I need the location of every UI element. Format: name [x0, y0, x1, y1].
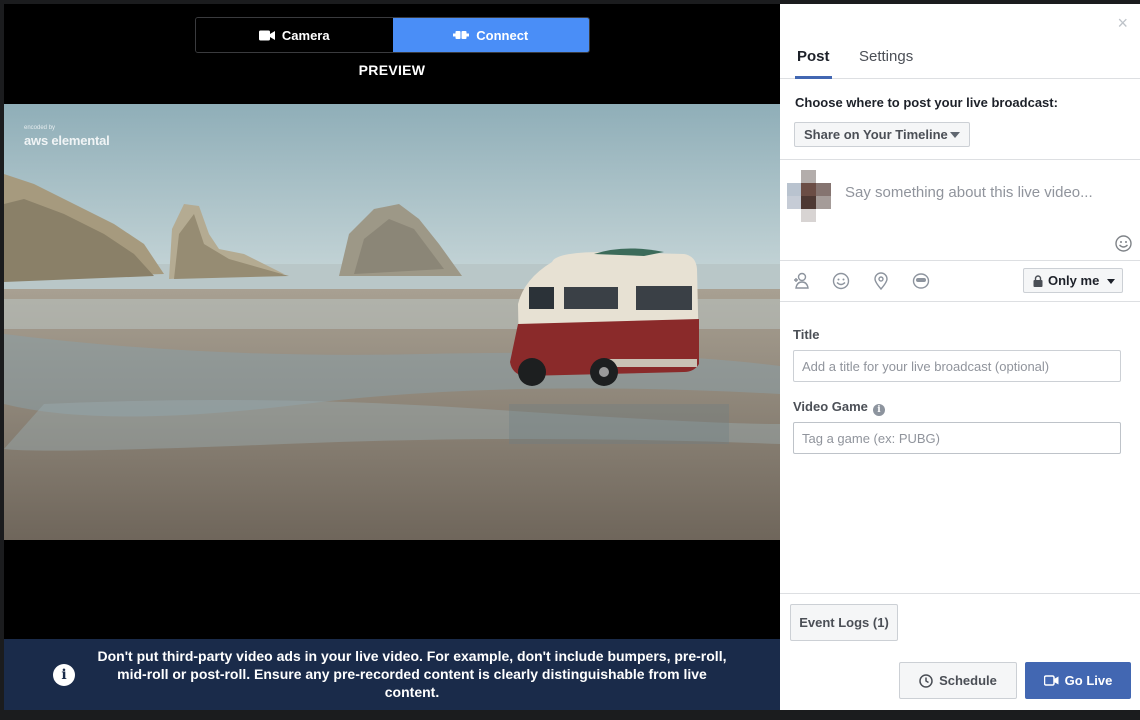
- clock-icon: [919, 673, 933, 688]
- smiley-icon[interactable]: [1115, 235, 1132, 252]
- schedule-label: Schedule: [939, 673, 997, 688]
- compose-input[interactable]: Say something about this live video...: [845, 184, 1093, 201]
- chevron-down-icon: [1107, 279, 1115, 284]
- audience-selector[interactable]: Only me: [1023, 268, 1123, 293]
- audience-value: Only me: [1048, 273, 1100, 288]
- app-stage: Camera Connect PREVIEW encoded by aws el…: [0, 0, 1140, 720]
- preview-label: PREVIEW: [358, 62, 426, 78]
- tag-person-icon[interactable]: [792, 272, 810, 290]
- connect-button[interactable]: Connect: [392, 18, 589, 52]
- title-label: Title: [793, 327, 820, 342]
- location-icon[interactable]: [872, 272, 890, 290]
- video-frame-image: [4, 104, 780, 540]
- divider: [780, 159, 1140, 160]
- destination-label: Choose where to post your live broadcast…: [795, 95, 1058, 110]
- divider: [780, 593, 1140, 594]
- video-camera-icon: [258, 30, 275, 40]
- sticker-icon[interactable]: [912, 272, 930, 290]
- policy-notice: i Don't put third-party video ads in you…: [4, 639, 780, 710]
- schedule-button[interactable]: Schedule: [899, 662, 1017, 699]
- chevron-down-icon: [950, 132, 960, 138]
- video-game-label: Video Game i: [793, 399, 885, 416]
- go-live-button[interactable]: Go Live: [1025, 662, 1131, 699]
- info-icon[interactable]: i: [872, 404, 885, 416]
- destination-value: Share on Your Timeline: [804, 127, 948, 142]
- video-game-field[interactable]: [793, 422, 1121, 454]
- divider: [780, 301, 1140, 302]
- watermark-caption: encoded by: [24, 125, 56, 131]
- video-camera-icon: [1043, 675, 1059, 686]
- info-icon: i: [53, 664, 75, 686]
- close-icon[interactable]: ×: [1117, 14, 1128, 32]
- connect-label: Connect: [476, 27, 529, 43]
- tab-settings[interactable]: Settings: [859, 48, 913, 65]
- tab-post[interactable]: Post: [795, 48, 832, 79]
- post-panel: Post Settings × Choose where to post you…: [780, 4, 1140, 710]
- connect-plug-icon: [453, 31, 470, 39]
- source-toggle: Camera Connect: [195, 17, 590, 53]
- event-logs-button[interactable]: Event Logs (1): [790, 604, 898, 641]
- aws-elemental-watermark: aws elemental: [24, 133, 110, 148]
- notice-text: Don't put third-party video ads in your …: [97, 648, 727, 700]
- divider: [780, 260, 1140, 261]
- go-live-label: Go Live: [1064, 673, 1113, 688]
- preview-pane: Camera Connect PREVIEW encoded by aws el…: [4, 4, 780, 710]
- avatar: [787, 170, 831, 222]
- destination-dropdown[interactable]: Share on Your Timeline: [794, 122, 970, 147]
- video-preview: encoded by aws elemental: [4, 104, 780, 540]
- panel-tabs: Post Settings: [780, 4, 1140, 79]
- video-game-label-text: Video Game: [793, 399, 868, 414]
- camera-button[interactable]: Camera: [196, 18, 393, 52]
- camera-label: Camera: [281, 27, 330, 43]
- feeling-icon[interactable]: [832, 272, 850, 290]
- lock-icon: [1033, 274, 1043, 287]
- title-field[interactable]: [793, 350, 1121, 382]
